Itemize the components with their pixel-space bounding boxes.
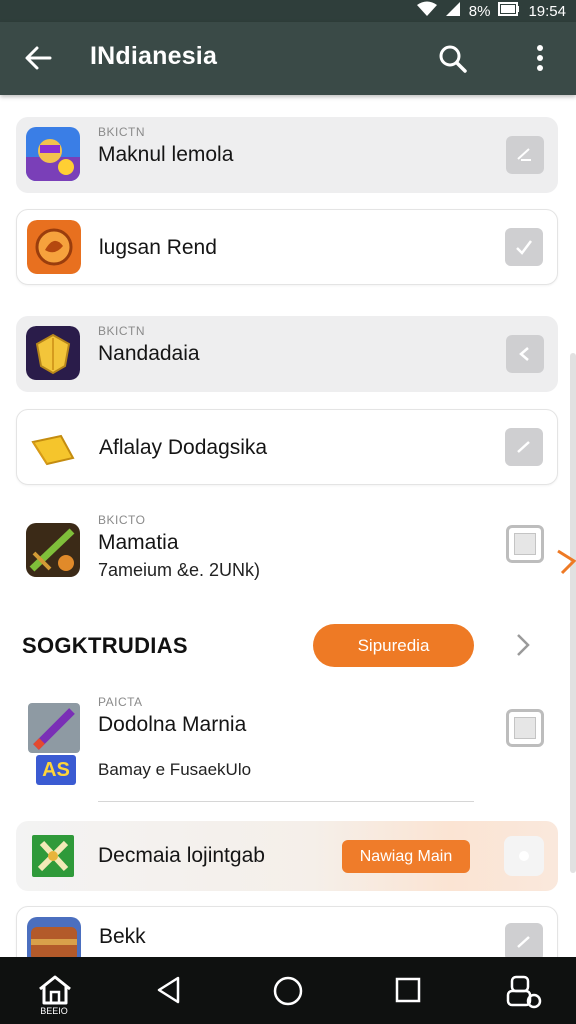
section-action-button[interactable]: Sipuredia <box>313 624 474 667</box>
item-name: Nandadaia <box>98 342 200 365</box>
check-button[interactable] <box>506 136 544 174</box>
check-icon <box>517 936 530 948</box>
item-subtitle: Bamay e FusaekUlo <box>98 760 252 779</box>
check-button[interactable] <box>506 335 544 373</box>
search-icon[interactable] <box>436 42 470 76</box>
app-icon-leaf <box>32 835 74 877</box>
list-item[interactable]: BKICTN Nandadaia <box>16 316 558 392</box>
check-button[interactable] <box>505 428 543 466</box>
app-list: BKICTN Maknul lemola lugsan Rend BKICTN … <box>0 95 576 957</box>
app-icon-cheese <box>27 420 81 474</box>
check-icon <box>517 148 531 161</box>
status-bar: 8% 19:54 <box>0 0 576 22</box>
item-name: Dodolna Marnia <box>98 713 247 736</box>
promo-toggle[interactable] <box>504 836 544 876</box>
list-item[interactable]: lugsan Rend <box>16 209 558 285</box>
app-icon-shield <box>26 326 80 380</box>
section-title: SOGKTRUDIAS <box>22 633 188 658</box>
item-subtitle: 7ameium &e. 2UNk) <box>98 560 261 580</box>
app-bar: INdianesia <box>0 22 576 95</box>
page-title: INdianesia <box>90 42 218 70</box>
check-icon <box>516 240 532 255</box>
item-name: Mamatia <box>98 531 179 554</box>
list-item[interactable]: Bekk <box>16 906 558 957</box>
item-tag: BKICTN <box>98 125 146 139</box>
app-icon-pencil <box>28 703 80 753</box>
item-tag: BKICTO <box>98 513 146 527</box>
app-icon-weapon <box>26 523 80 577</box>
divider <box>98 801 474 802</box>
checkbox-inner <box>514 717 536 739</box>
check-button[interactable] <box>505 228 543 266</box>
list-item[interactable]: BKICTO Mamatia 7ameium &e. 2UNk) <box>16 503 558 599</box>
more-vert-icon[interactable] <box>530 42 550 76</box>
promo-card[interactable]: Decmaia lojintgab Nawiag Main <box>16 821 558 891</box>
item-name: Bekk <box>99 925 146 948</box>
promo-name: Decmaia lojintgab <box>98 844 265 867</box>
list-item[interactable]: BKICTN Maknul lemola <box>16 117 558 193</box>
checkbox[interactable] <box>506 525 544 563</box>
checkbox[interactable] <box>506 709 544 747</box>
item-name: lugsan Rend <box>99 236 217 259</box>
back-arrow-icon[interactable] <box>22 42 54 74</box>
battery-percent: 8% <box>468 2 491 20</box>
edge-indicator-icon <box>556 547 576 577</box>
check-button[interactable] <box>505 923 543 957</box>
signal-icon <box>445 1 461 21</box>
app-icon-chest <box>27 917 81 957</box>
check-icon <box>517 441 530 453</box>
checkbox-inner <box>514 533 536 555</box>
item-name: Aflalay Dodagsika <box>99 436 268 459</box>
featured-item[interactable]: AS PAICTA Dodolna Marnia Bamay e FusaekU… <box>16 687 558 805</box>
promo-button[interactable]: Nawiag Main <box>342 840 470 873</box>
clock: 19:54 <box>528 2 566 20</box>
wifi-icon <box>416 1 437 21</box>
battery-icon <box>498 2 520 20</box>
item-tag: BKICTN <box>98 324 146 338</box>
back-triangle-icon[interactable] <box>154 973 192 1011</box>
circle-home-icon[interactable] <box>270 973 308 1011</box>
as-badge: AS <box>36 755 76 785</box>
app-icon-coin <box>27 220 81 274</box>
dot-icon <box>519 851 529 861</box>
list-item[interactable]: Aflalay Dodagsika <box>16 409 558 485</box>
app-icon-hero <box>26 127 80 181</box>
item-tag: PAICTA <box>98 695 143 709</box>
system-nav-bar: BEEIO <box>0 957 576 1024</box>
chevron-left-icon <box>519 347 529 361</box>
accessibility-icon[interactable] <box>504 973 542 1011</box>
chevron-right-icon[interactable] <box>512 631 534 659</box>
square-recents-icon[interactable] <box>392 973 430 1011</box>
item-name: Maknul lemola <box>98 143 234 166</box>
scrollbar[interactable] <box>570 353 576 873</box>
home-label: BEEIO <box>40 1006 68 1016</box>
